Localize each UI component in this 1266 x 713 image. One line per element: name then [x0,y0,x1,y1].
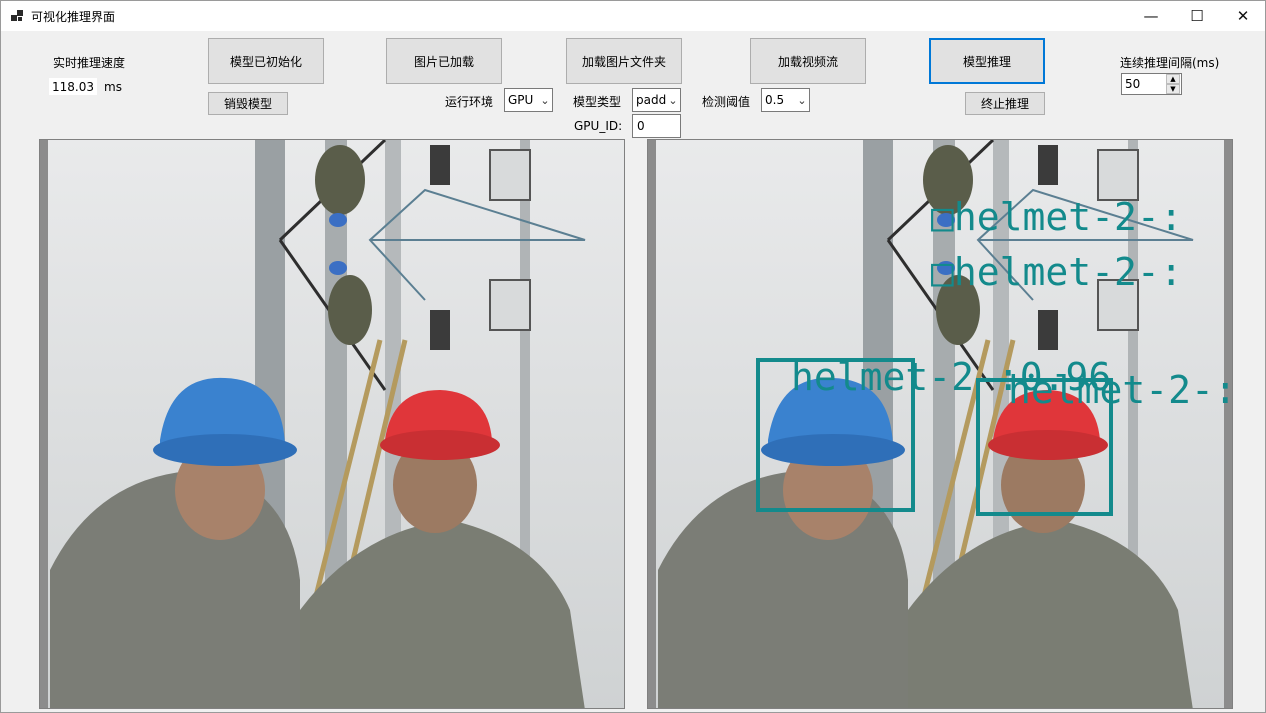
title-bar: 可视化推理界面 — ☐ ✕ [1,1,1265,31]
interval-stepper[interactable]: 50 ▲ ▼ [1121,73,1182,95]
interval-label: 连续推理间隔(ms) [1120,56,1220,70]
runtime-label: 运行环境 [445,95,494,109]
chevron-down-icon: ⌄ [540,93,550,107]
chevron-down-icon: ⌄ [797,93,807,107]
gpu-id-input[interactable]: 0 [632,114,681,138]
chevron-down-icon: ⌄ [668,93,678,107]
model-type-select[interactable]: padd ⌄ [632,88,681,112]
model-type-label: 模型类型 [573,95,622,109]
window-title: 可视化推理界面 [31,10,116,24]
result-image: □helmet-2-: □helmet-2-: helmet-2-:0.96 h… [648,140,1233,708]
app-icon [11,10,23,22]
maximize-icon[interactable]: ☐ [1174,1,1220,31]
input-image [40,140,624,708]
stepper-up-icon[interactable]: ▲ [1166,74,1180,84]
stepper-down-icon[interactable]: ▼ [1166,84,1180,94]
speed-value: 118.03 [49,78,97,95]
close-icon[interactable]: ✕ [1220,1,1266,31]
threshold-label: 检测阈值 [702,95,751,109]
speed-unit: ms [104,80,122,94]
input-image-box [39,139,625,709]
result-image-box: □helmet-2-: □helmet-2-: helmet-2-:0.96 h… [647,139,1233,709]
detection-label-2: □helmet-2-: [931,250,1183,294]
main-window: 可视化推理界面 — ☐ ✕ 实时推理速度 118.03 ms 模型已初始化 销毁… [0,0,1266,713]
threshold-value: 0.5 [765,93,785,107]
interval-value: 50 [1125,77,1141,91]
infer-button[interactable]: 模型推理 [929,38,1045,84]
load-video-button[interactable]: 加载视频流 [750,38,866,84]
destroy-model-button[interactable]: 销毁模型 [208,92,288,115]
runtime-select[interactable]: GPU ⌄ [504,88,553,112]
detection-label-4: helmet-2-: [1008,368,1233,412]
threshold-select[interactable]: 0.5 ⌄ [761,88,810,112]
gpu-id-label: GPU_ID: [574,119,623,133]
stop-infer-button[interactable]: 终止推理 [965,92,1045,115]
detection-label-1: □helmet-2-: [931,195,1183,239]
minimize-icon[interactable]: — [1128,1,1174,31]
runtime-value: GPU [508,93,534,107]
init-model-button[interactable]: 模型已初始化 [208,38,324,84]
load-folder-button[interactable]: 加载图片文件夹 [566,38,682,84]
model-type-value: padd [636,93,666,107]
load-image-button[interactable]: 图片已加载 [386,38,502,84]
speed-label: 实时推理速度 [53,56,126,70]
